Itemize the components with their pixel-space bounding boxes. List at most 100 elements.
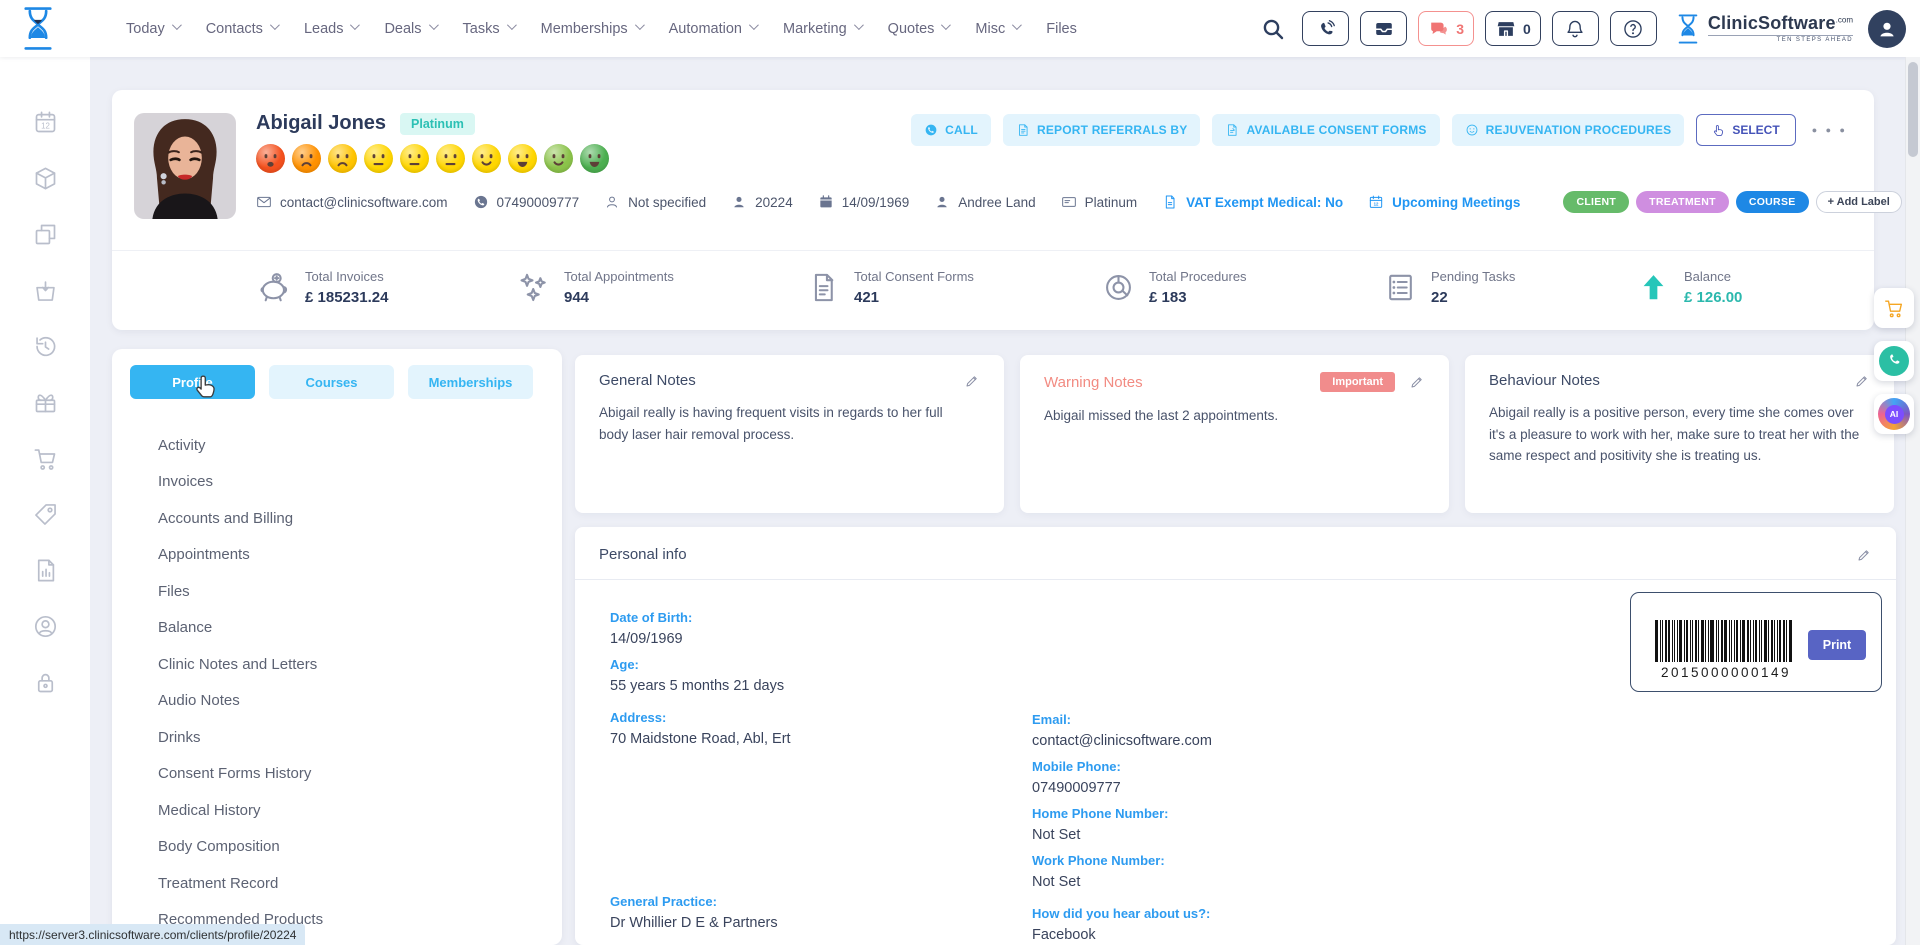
menu-item-clinic-notes-and-letters[interactable]: Clinic Notes and Letters <box>112 646 562 683</box>
add-label-button[interactable]: + Add Label <box>1816 191 1902 213</box>
nav-item-tasks[interactable]: Tasks <box>463 21 514 37</box>
sidebar-cart-icon[interactable] <box>32 445 59 472</box>
scrollbar[interactable] <box>1905 57 1920 945</box>
action-button-rejuvenation-procedures[interactable]: REJUVENATION PROCEDURES <box>1452 114 1685 146</box>
contact-chip-upcoming-meetings[interactable]: 12Upcoming Meetings <box>1368 194 1520 210</box>
select-button[interactable]: SELECT <box>1696 114 1795 146</box>
barcode <box>1655 620 1793 662</box>
sidebar-gift-icon[interactable] <box>32 389 59 416</box>
menu-item-body-composition[interactable]: Body Composition <box>112 829 562 866</box>
mood-emoji-7[interactable] <box>472 144 501 173</box>
mood-emoji-5[interactable] <box>400 144 429 173</box>
menu-item-consent-forms-history[interactable]: Consent Forms History <box>112 756 562 793</box>
topbar-button-bell[interactable] <box>1552 11 1599 46</box>
action-button-call[interactable]: CALL <box>911 114 991 146</box>
search-icon[interactable] <box>1261 17 1285 41</box>
menu-item-invoices[interactable]: Invoices <box>112 464 562 501</box>
menu-item-medical-history[interactable]: Medical History <box>112 792 562 829</box>
nav-item-marketing[interactable]: Marketing <box>783 21 861 37</box>
tab-memberships[interactable]: Memberships <box>408 365 533 399</box>
menu-item-drinks[interactable]: Drinks <box>112 719 562 756</box>
app-logo-hourglass-icon[interactable] <box>16 5 60 52</box>
field-label: Age: <box>610 658 791 672</box>
stat-label: Total Consent Forms <box>854 269 974 284</box>
edit-pencil-icon[interactable] <box>1409 374 1425 390</box>
profile-nav-card: Profile Courses Memberships ActivityInvoic… <box>112 349 562 945</box>
label-pill-client[interactable]: CLIENT <box>1563 191 1629 213</box>
topbar-button-help[interactable] <box>1610 11 1657 46</box>
menu-item-balance[interactable]: Balance <box>112 610 562 647</box>
sidebar-lock-icon[interactable] <box>32 669 59 696</box>
arrow-up-icon <box>1637 271 1670 304</box>
contact-chip-text: Not specified <box>628 195 706 210</box>
sidebar-account-icon[interactable] <box>32 613 59 640</box>
floating-cart-orange-icon[interactable] <box>1874 288 1914 328</box>
nav-item-memberships[interactable]: Memberships <box>541 21 642 37</box>
mood-emoji-1[interactable] <box>256 144 285 173</box>
field-label: General Practice: <box>610 895 791 909</box>
nav-item-contacts[interactable]: Contacts <box>206 21 277 37</box>
nav-item-deals[interactable]: Deals <box>384 21 435 37</box>
topbar-button-chat[interactable]: 3 <box>1418 11 1474 46</box>
user-avatar[interactable] <box>1868 10 1906 48</box>
nav-item-leads[interactable]: Leads <box>304 21 358 37</box>
sidebar-package-icon[interactable] <box>32 165 59 192</box>
edit-pencil-icon[interactable] <box>1854 373 1870 389</box>
edit-pencil-icon[interactable] <box>1856 547 1872 563</box>
scrollbar-thumb[interactable] <box>1908 62 1918 157</box>
sidebar-report-doc-icon[interactable] <box>32 557 59 584</box>
sidebar-copy-icon[interactable] <box>32 221 59 248</box>
topbar-button-shop[interactable]: 0 <box>1485 11 1541 46</box>
action-button-available-consent-forms[interactable]: AVAILABLE CONSENT FORMS <box>1212 114 1439 146</box>
edit-pencil-icon[interactable] <box>964 373 980 389</box>
menu-item-files[interactable]: Files <box>112 573 562 610</box>
floating-whatsapp-icon[interactable] <box>1874 341 1914 381</box>
sidebar-calendar-icon[interactable]: 12 <box>32 109 59 136</box>
nav-item-automation[interactable]: Automation <box>669 21 756 37</box>
field-home-phone-number: Home Phone Number:Not Set <box>1032 807 1212 843</box>
mood-emoji-4[interactable] <box>364 144 393 173</box>
mood-emoji-6[interactable] <box>436 144 465 173</box>
menu-item-treatment-record[interactable]: Treatment Record <box>112 865 562 902</box>
menu-item-audio-notes[interactable]: Audio Notes <box>112 683 562 720</box>
call-icon <box>924 123 938 137</box>
nav-item-misc[interactable]: Misc <box>975 21 1019 37</box>
nav-item-label: Files <box>1046 21 1077 37</box>
menu-item-activity[interactable]: Activity <box>112 427 562 464</box>
action-buttons: CALL REPORT REFERRALS BY AVAILABLE CONSENT… <box>911 114 1852 146</box>
menu-item-appointments[interactable]: Appointments <box>112 537 562 574</box>
stat-label: Total Appointments <box>564 269 674 284</box>
action-button-report-referrals-by[interactable]: REPORT REFERRALS BY <box>1003 114 1200 146</box>
topbar-button-inbox[interactable] <box>1360 11 1407 46</box>
sidebar-history-icon[interactable] <box>32 333 59 360</box>
mood-emoji-9[interactable] <box>544 144 573 173</box>
topbar-button-phone-call[interactable] <box>1302 11 1349 46</box>
label-pill-course[interactable]: COURSE <box>1736 191 1809 213</box>
tab-profile[interactable]: Profile <box>130 365 255 399</box>
print-button[interactable]: Print <box>1808 630 1866 660</box>
tab-courses[interactable]: Courses <box>269 365 394 399</box>
label-pill-treatment[interactable]: TREATMENT <box>1636 191 1729 213</box>
more-actions-button[interactable]: ● ● ● <box>1808 121 1852 139</box>
sidebar-price-tag-icon[interactable] <box>32 501 59 528</box>
contact-chip-text: 14/09/1969 <box>842 195 910 210</box>
nav-item-files[interactable]: Files <box>1046 21 1077 37</box>
nav-item-label: Today <box>126 21 165 37</box>
field-label: Address: <box>610 711 791 725</box>
stat-text: Total Invoices£ 185231.24 <box>305 269 388 306</box>
nav-item-quotes[interactable]: Quotes <box>888 21 949 37</box>
menu-item-accounts-and-billing[interactable]: Accounts and Billing <box>112 500 562 537</box>
nav-item-today[interactable]: Today <box>126 21 179 37</box>
floating-ai-icon[interactable]: AI <box>1874 394 1914 434</box>
mood-emoji-3[interactable] <box>328 144 357 173</box>
sidebar-basket-icon[interactable] <box>32 277 59 304</box>
mood-emoji-2[interactable] <box>292 144 321 173</box>
mood-emoji-8[interactable] <box>508 144 537 173</box>
contact-chip-vat-exempt-medical-no[interactable]: VAT Exempt Medical: No <box>1162 194 1343 210</box>
stat-label: Pending Tasks <box>1431 269 1515 284</box>
field-value: contact@clinicsoftware.com <box>1032 734 1212 749</box>
brand-logo[interactable]: ClinicSoftware.com TEN STEPS AHEAD <box>1674 13 1853 45</box>
contact-chip-text: 07490009777 <box>497 195 580 210</box>
mood-emoji-10[interactable] <box>580 144 609 173</box>
personal-info-title: Personal info <box>599 546 687 563</box>
